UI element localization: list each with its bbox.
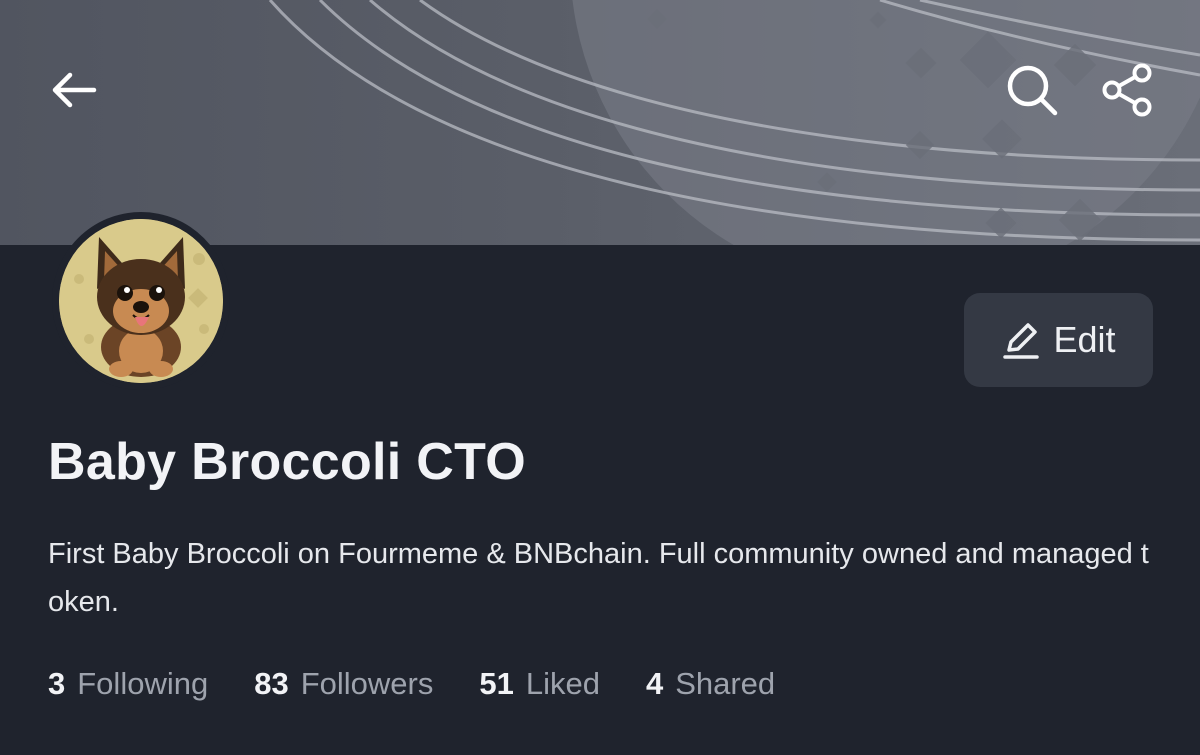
pencil-icon <box>1003 323 1040 359</box>
profile-banner <box>0 0 1200 245</box>
stat-following[interactable]: 3 Following <box>48 666 208 702</box>
banner-pattern <box>268 0 1200 245</box>
back-button[interactable] <box>44 62 104 118</box>
stat-liked[interactable]: 51 Liked <box>479 666 600 702</box>
arrow-left-icon <box>52 72 97 108</box>
stat-value: 51 <box>479 666 514 701</box>
stat-label: Following <box>77 666 209 701</box>
edit-label: Edit <box>1053 319 1116 360</box>
share-button[interactable] <box>1096 58 1160 122</box>
stat-label: Shared <box>675 666 776 701</box>
stat-label: Liked <box>525 666 600 701</box>
stat-value: 4 <box>645 666 664 701</box>
profile-bio: First Baby Broccoli on Fourmeme & BNBcha… <box>48 538 1149 618</box>
search-icon <box>1007 65 1058 116</box>
share-icon <box>1102 63 1152 117</box>
profile-stats: 3 Following 83 Followers 51 Liked 4 Shar… <box>48 666 775 702</box>
dog-avatar <box>59 219 223 383</box>
stat-value: 83 <box>254 666 289 701</box>
profile-name: Baby Broccoli CTO <box>48 433 527 491</box>
stat-followers[interactable]: 83 Followers <box>254 666 433 702</box>
search-button[interactable] <box>1000 58 1064 122</box>
edit-profile-button[interactable]: Edit <box>964 293 1153 387</box>
avatar[interactable] <box>52 212 230 390</box>
stat-value: 3 <box>48 666 66 701</box>
stat-label: Followers <box>300 666 434 701</box>
stat-shared[interactable]: 4 Shared <box>646 666 775 702</box>
